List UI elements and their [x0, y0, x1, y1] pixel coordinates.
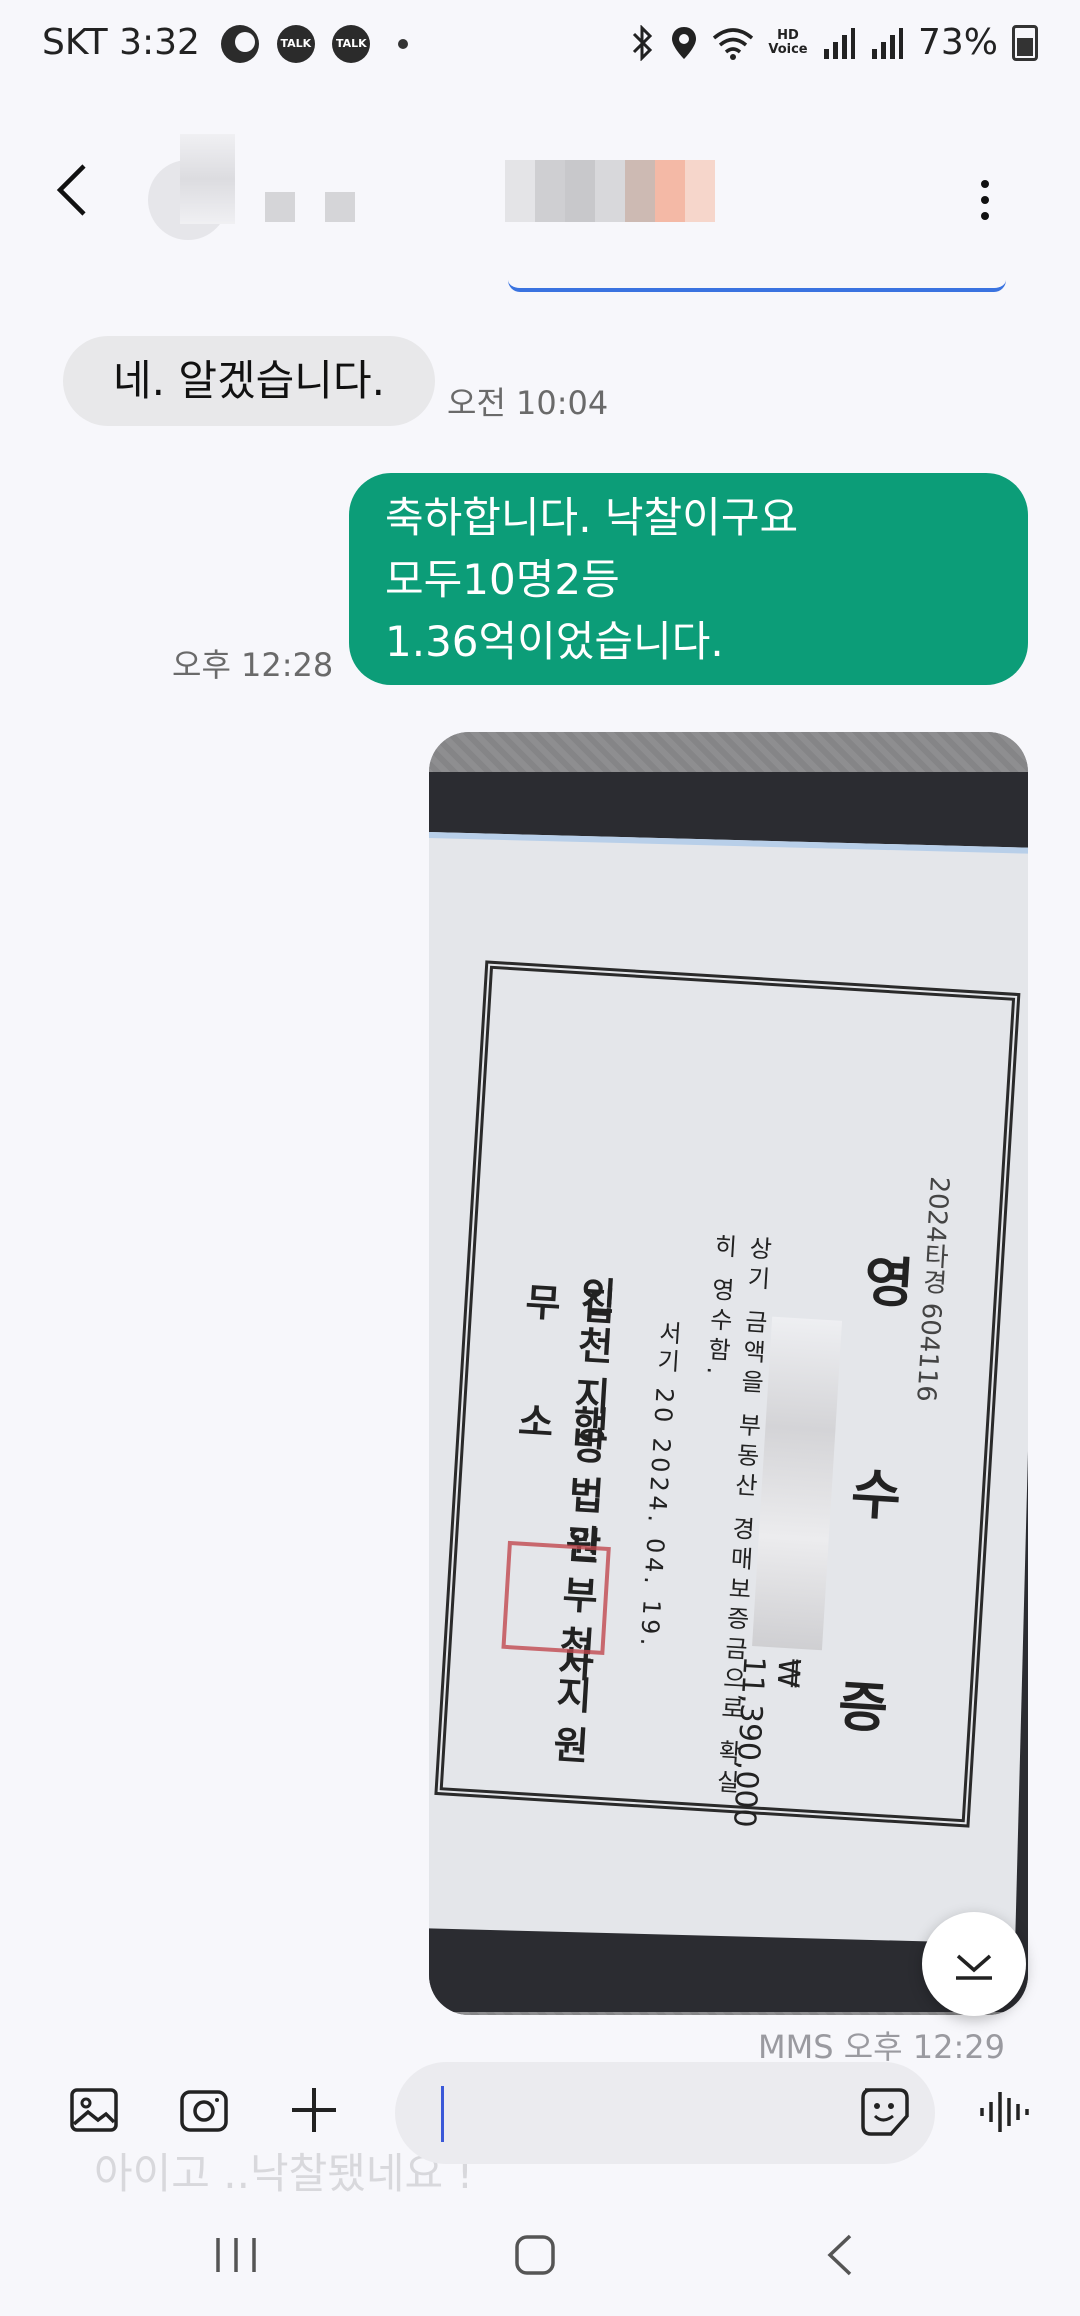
camera-button[interactable] — [176, 2082, 240, 2146]
carrier-time: SKT 3:32 — [42, 22, 200, 63]
plus-icon — [292, 2088, 336, 2132]
battery-percent: 73% — [917, 22, 998, 63]
message-line: 1.36억이었습니다. — [385, 617, 724, 666]
message-timestamp: 오후 12:28 — [172, 646, 334, 684]
message-line: 축하합니다. 낙찰이구요 — [385, 493, 799, 542]
chevron-down-to-bottom-icon — [956, 1954, 992, 1980]
more-options-button[interactable] — [970, 176, 1000, 226]
back-nav-button[interactable] — [820, 2230, 860, 2284]
back-button[interactable] — [52, 160, 112, 230]
receipt-paper: 2024타경 604116 영 수 증 ₩ 11,390,000 상기 금액을 … — [429, 832, 1028, 1944]
message-timestamp: 오전 10:04 — [447, 384, 609, 422]
receipt-frame: 2024타경 604116 영 수 증 ₩ 11,390,000 상기 금액을 … — [434, 960, 1021, 1829]
emoji-sticker-button[interactable] — [855, 2082, 919, 2146]
blurred-name-part — [265, 192, 295, 222]
gallery-icon — [70, 2088, 118, 2132]
contact-name-blurred[interactable] — [505, 160, 715, 222]
previous-message-edge — [508, 274, 1006, 292]
navigation-bar — [0, 2200, 1080, 2316]
recent-apps-icon — [216, 2238, 256, 2272]
battery-charging-icon — [1012, 24, 1038, 61]
text-caret — [441, 2086, 444, 2142]
kakaotalk-notification-icon: TALK — [276, 25, 315, 63]
status-right: HD Voice 73% — [630, 22, 1038, 63]
receipt-date: 서기 20 2024. 04. 19. — [634, 1319, 683, 1651]
location-icon — [671, 26, 696, 59]
back-nav-icon — [827, 2234, 852, 2276]
camera-icon — [180, 2090, 228, 2132]
blurred-name-part — [325, 192, 355, 222]
incoming-message-bubble[interactable]: 네. 알겠습니다. — [63, 336, 435, 426]
hd-voice-icon: HD Voice — [768, 27, 808, 57]
voice-input-button[interactable] — [976, 2084, 1040, 2148]
status-left: SKT 3:32 TALK TALK — [42, 22, 408, 63]
chevron-left-icon — [56, 164, 86, 216]
home-icon — [515, 2235, 555, 2275]
recent-apps-button[interactable] — [206, 2230, 266, 2284]
image-message[interactable]: 2024타경 604116 영 수 증 ₩ 11,390,000 상기 금액을 … — [429, 732, 1028, 2015]
more-notifications-dot-icon — [397, 39, 408, 49]
message-input[interactable] — [395, 2062, 935, 2164]
wifi-icon — [712, 27, 754, 60]
avatar-blur — [180, 134, 235, 224]
outgoing-message-bubble[interactable]: 축하합니다. 낙찰이구요 모두10명2등 1.36억이었습니다. — [349, 473, 1028, 685]
scroll-to-bottom-button[interactable] — [922, 1912, 1026, 2016]
home-button[interactable] — [510, 2230, 560, 2284]
do-not-disturb-icon — [221, 25, 260, 63]
attach-plus-button[interactable] — [286, 2082, 350, 2146]
voice-input-icon — [980, 2092, 1029, 2132]
status-bar: SKT 3:32 TALK TALK HD Voice 73% — [0, 0, 1080, 96]
receipt-office: 집 행 관 사 무 소 — [507, 1281, 618, 1717]
signal-icon-1 — [823, 27, 855, 59]
signal-icon-2 — [871, 27, 903, 59]
emoji-sticker-icon — [861, 2088, 909, 2136]
gallery-button[interactable] — [66, 2082, 130, 2146]
message-line: 모두10명2등 — [385, 555, 620, 604]
official-seal-stamp — [501, 1540, 611, 1655]
bluetooth-icon — [632, 24, 653, 61]
kakaotalk-notification-icon-2: TALK — [332, 25, 371, 63]
more-vertical-icon — [970, 180, 1000, 220]
